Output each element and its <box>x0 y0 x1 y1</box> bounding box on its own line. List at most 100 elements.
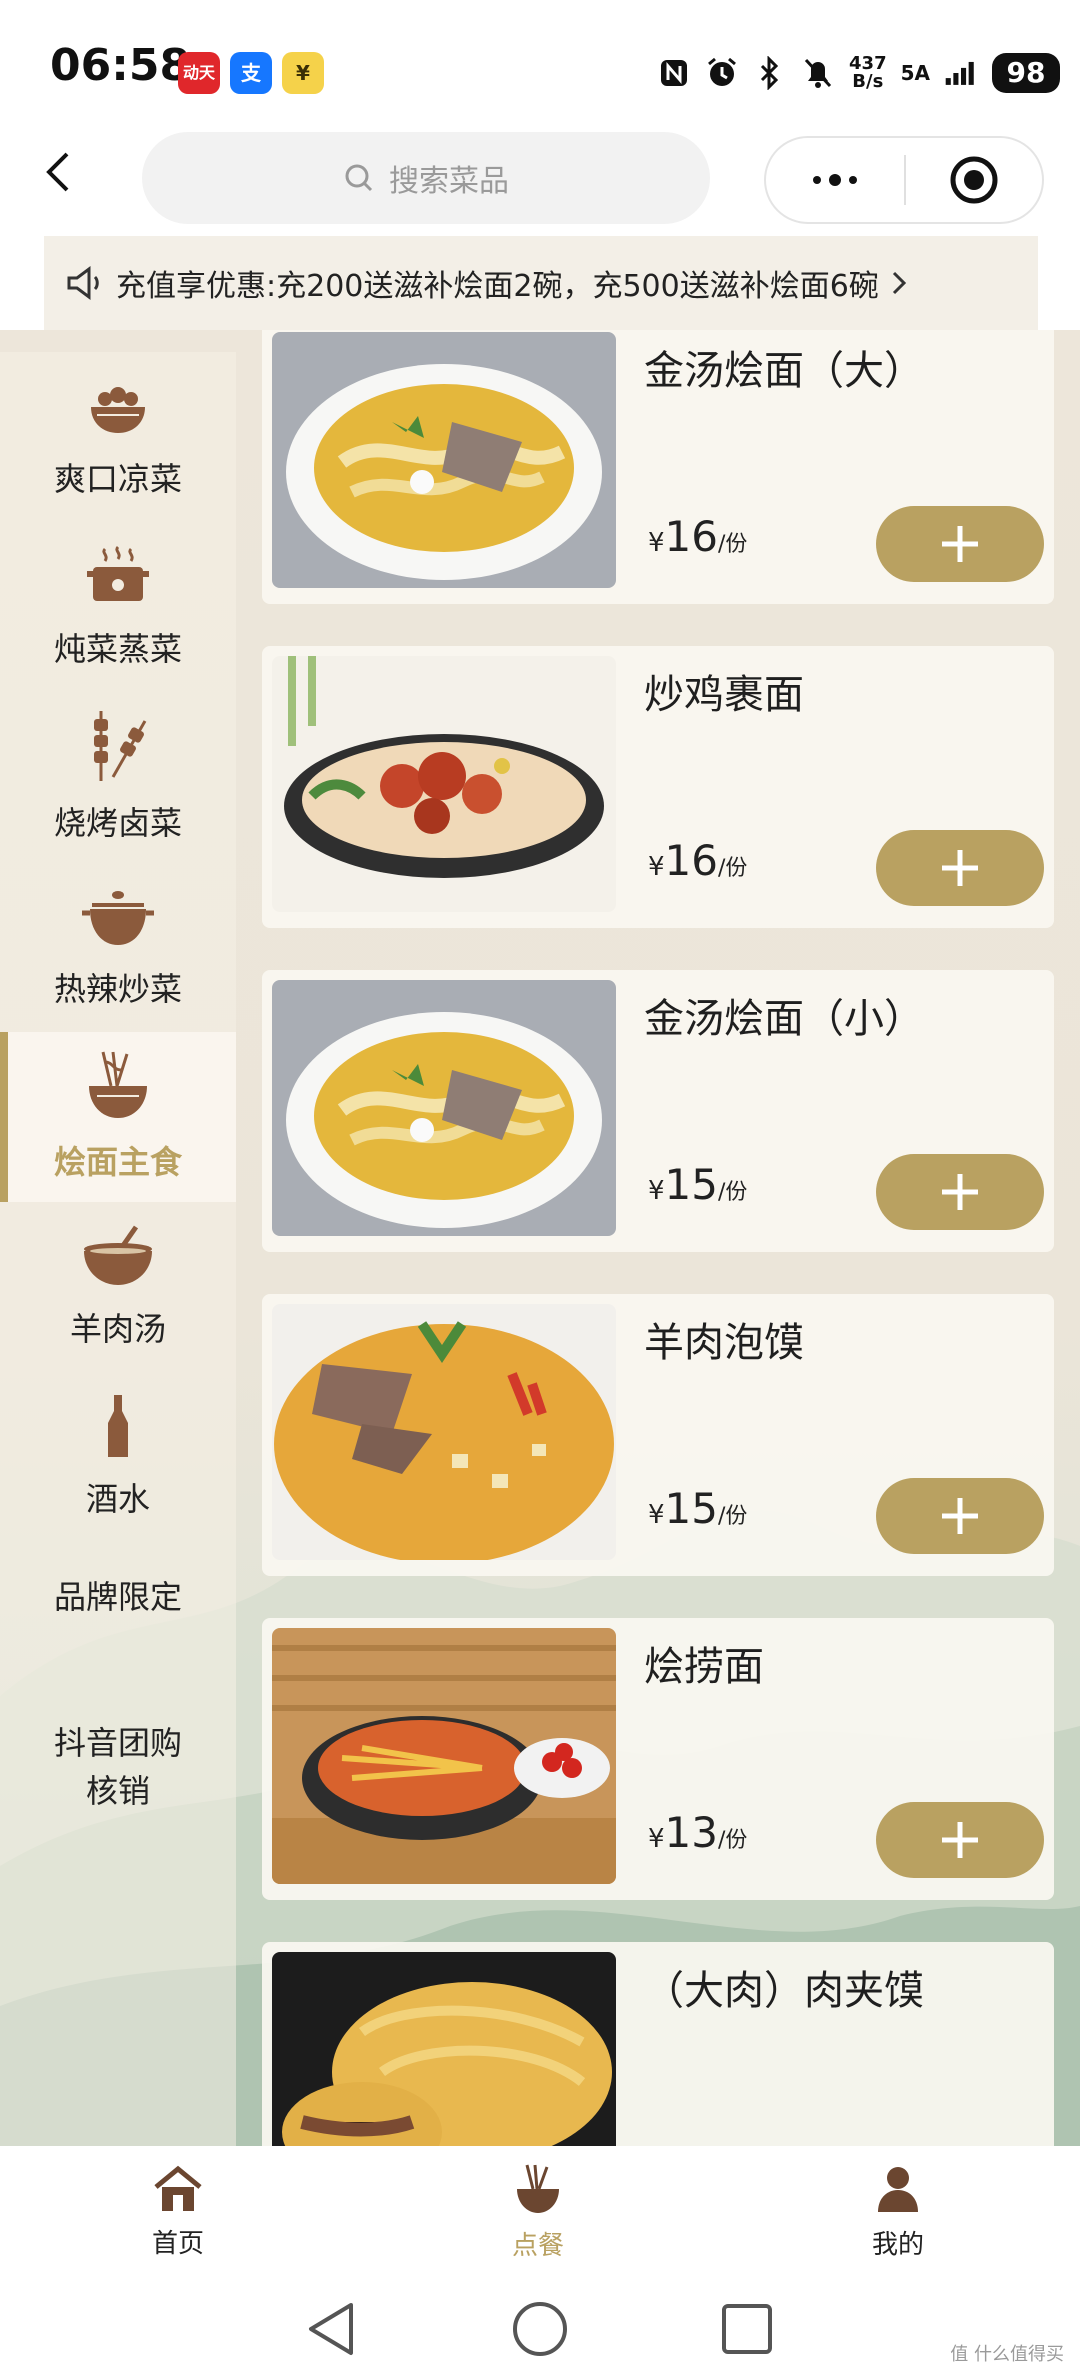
category-lamb-soup[interactable]: 羊肉汤 <box>0 1202 236 1372</box>
dish-name: 金汤烩面（大） <box>644 348 924 394</box>
plus-icon <box>942 526 978 562</box>
dish-image <box>272 332 616 588</box>
bluetooth-icon <box>753 56 787 90</box>
category-label: 羊肉汤 <box>69 1310 166 1348</box>
system-status-icons: 437 B/s 5A 98 <box>657 50 1060 96</box>
category-label: 热辣炒菜 <box>53 970 182 1008</box>
category-brand-limited[interactable]: 品牌限定 <box>0 1542 236 1652</box>
network-type: 5A <box>900 61 930 85</box>
plus-icon <box>942 850 978 886</box>
golden-soup-noodles-small-photo <box>272 980 616 1236</box>
category-douyin-coupon[interactable]: 抖音团购 核销 <box>0 1692 236 1842</box>
tab-label: 点餐 <box>511 2230 564 2261</box>
category-spicy-stirfry[interactable]: 热辣炒菜 <box>0 862 236 1032</box>
status-bar: 06:58 动天 支 ¥ 437 B/s 5A 98 <box>0 0 1080 130</box>
add-to-cart-button[interactable] <box>876 506 1044 582</box>
battery-indicator: 98 <box>992 53 1060 93</box>
plus-icon <box>942 1498 978 1534</box>
alarm-icon <box>705 56 739 90</box>
nav-home-button[interactable] <box>505 2294 575 2364</box>
dish-price: ¥16/份 <box>648 836 747 885</box>
golden-soup-noodles-photo <box>272 332 616 588</box>
back-button[interactable] <box>28 142 88 202</box>
close-mini-program-button[interactable] <box>906 138 1042 222</box>
dish-card[interactable]: 烩捞面 ¥13/份 <box>262 1618 1054 1900</box>
active-category-indicator <box>0 1032 8 1202</box>
dish-card[interactable]: 羊肉泡馍 ¥15/份 <box>262 1294 1054 1576</box>
price-currency: ¥ <box>648 852 665 882</box>
more-menu-button[interactable] <box>766 138 904 222</box>
dish-card[interactable]: 炒鸡裹面 ¥16/份 <box>262 646 1054 928</box>
dish-card[interactable]: 金汤烩面（大） ¥16/份 <box>262 330 1054 604</box>
dish-price: ¥15/份 <box>648 1160 747 1209</box>
menu-content: 爽口凉菜 炖菜蒸菜 烧烤卤菜 热辣炒菜 烩面主食 羊肉汤 酒水 品牌限定 抖音团… <box>0 330 1080 2146</box>
search-bar[interactable]: 搜索菜品 <box>142 132 710 224</box>
category-cold-dishes[interactable]: 爽口凉菜 <box>0 352 236 522</box>
category-label: 品牌限定 <box>53 1578 182 1616</box>
add-to-cart-button[interactable] <box>876 1802 1044 1878</box>
category-stew-steamed[interactable]: 炖菜蒸菜 <box>0 522 236 692</box>
dish-price: ¥15/份 <box>648 1484 747 1533</box>
price-value: 15 <box>664 1160 718 1209</box>
category-label: 炖菜蒸菜 <box>53 630 182 668</box>
target-circle-icon <box>950 156 998 204</box>
category-label: 爽口凉菜 <box>53 460 182 498</box>
add-to-cart-button[interactable] <box>876 1478 1044 1554</box>
damai-app-icon: 动天 <box>178 52 220 94</box>
add-to-cart-button[interactable] <box>876 1154 1044 1230</box>
nav-back-button[interactable] <box>296 2294 366 2364</box>
dish-name: 金汤烩面（小） <box>644 996 924 1042</box>
dish-name: 炒鸡裹面 <box>644 672 804 718</box>
profile-icon <box>878 2166 918 2212</box>
category-label: 烩面主食 <box>53 1143 182 1181</box>
tab-order[interactable]: 点餐 <box>438 2146 638 2278</box>
triangle-back-icon <box>309 2303 353 2355</box>
home-icon <box>154 2165 202 2211</box>
tab-label: 我的 <box>871 2229 924 2260</box>
category-bbq-braised[interactable]: 烧烤卤菜 <box>0 692 236 862</box>
order-noodle-icon <box>517 2164 559 2213</box>
network-speed: 437 B/s <box>849 55 887 91</box>
yuan-app-icon: ¥ <box>282 52 324 94</box>
category-label: 抖音团购 核销 <box>53 1724 182 1810</box>
nfc-icon <box>657 56 691 90</box>
roujiamo-photo <box>272 1952 616 2146</box>
add-to-cart-button[interactable] <box>876 830 1044 906</box>
network-speed-unit: B/s <box>852 71 884 92</box>
dish-image <box>272 1952 616 2146</box>
category-label: 烧烤卤菜 <box>53 804 182 842</box>
dish-image <box>272 980 616 1236</box>
bottom-tab-bar: 首页 点餐 我的 <box>0 2146 1080 2278</box>
category-noodles-staple[interactable]: 烩面主食 <box>0 1032 236 1202</box>
promo-section: 充值享优惠:充200送滋补烩面2碗，充500送滋补烩面6碗 <box>0 230 1080 330</box>
dish-name: 羊肉泡馍 <box>644 1320 804 1366</box>
mini-program-capsule <box>764 136 1044 224</box>
more-dots-icon <box>813 174 857 186</box>
promo-text: 充值享优惠:充200送滋补烩面2碗，充500送滋补烩面6碗 <box>116 269 879 304</box>
plus-icon <box>942 1174 978 1210</box>
tab-profile[interactable]: 我的 <box>798 2146 998 2278</box>
search-icon <box>345 164 373 192</box>
plus-icon <box>942 1822 978 1858</box>
noodle-bowl-icon <box>89 1051 147 1118</box>
price-unit: /份 <box>718 1504 748 1529</box>
price-currency: ¥ <box>648 1824 665 1854</box>
dish-card[interactable]: （大肉）肉夹馍 <box>262 1942 1054 2146</box>
fried-chicken-noodles-photo <box>272 656 616 912</box>
promo-banner[interactable]: 充值享优惠:充200送滋补烩面2碗，充500送滋补烩面6碗 <box>44 236 1038 330</box>
mute-bell-icon <box>801 56 835 90</box>
dish-card[interactable]: 金汤烩面（小） ¥15/份 <box>262 970 1054 1252</box>
category-drinks[interactable]: 酒水 <box>0 1372 236 1542</box>
bottle-icon <box>108 1395 128 1457</box>
dish-name: 烩捞面 <box>644 1644 764 1690</box>
tab-label: 首页 <box>151 2228 204 2259</box>
lamb-paomo-photo <box>272 1304 616 1560</box>
tab-home[interactable]: 首页 <box>78 2146 278 2278</box>
price-unit: /份 <box>718 1180 748 1205</box>
nav-recents-button[interactable] <box>712 2294 782 2364</box>
square-recents-icon <box>722 2304 772 2354</box>
category-sidebar: 爽口凉菜 炖菜蒸菜 烧烤卤菜 热辣炒菜 烩面主食 羊肉汤 酒水 品牌限定 抖音团… <box>0 352 236 2146</box>
price-value: 16 <box>664 836 718 885</box>
braised-lao-noodles-photo <box>272 1628 616 1884</box>
price-value: 16 <box>664 512 718 561</box>
